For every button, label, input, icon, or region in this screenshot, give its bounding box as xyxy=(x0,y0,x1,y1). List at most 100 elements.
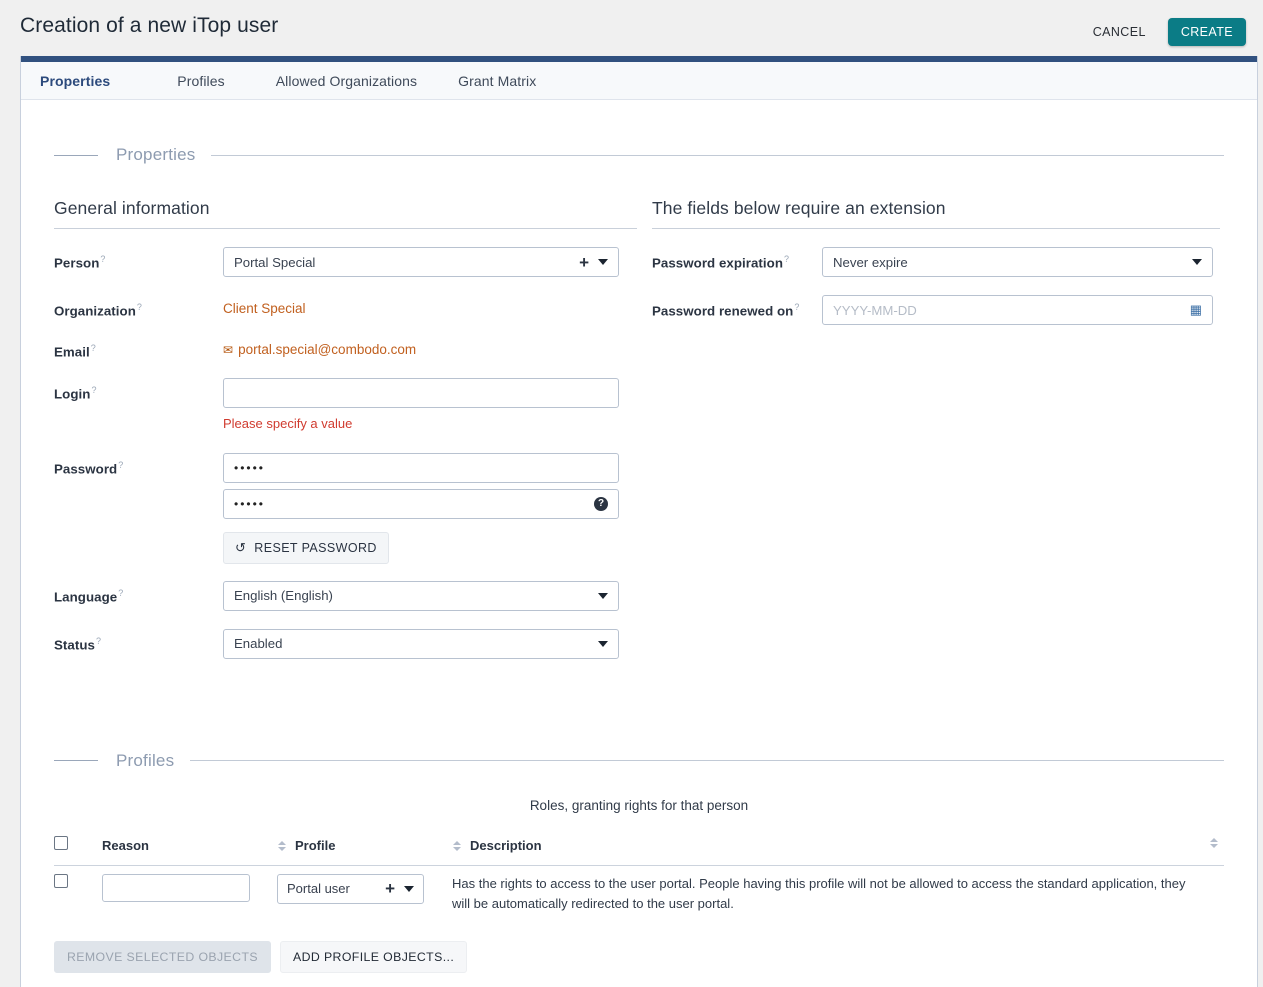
cancel-button[interactable]: CANCEL xyxy=(1085,20,1154,44)
field-password-expiration: Password expiration? Never expire xyxy=(652,247,1220,277)
field-status: Status? Enabled xyxy=(54,629,637,659)
general-information-title: General information xyxy=(54,198,637,229)
login-label: Login? xyxy=(54,378,223,401)
help-hint-icon[interactable]: ? xyxy=(118,588,123,598)
person-value: Portal Special xyxy=(234,255,579,270)
add-profile-objects-button[interactable]: ADD PROFILE OBJECTS... xyxy=(280,941,467,973)
profiles-table-caption: Roles, granting rights for that person xyxy=(54,798,1224,813)
header-actions: CANCEL CREATE xyxy=(1085,18,1246,46)
table-header-row: Reason Profile Description xyxy=(54,836,1224,866)
chevron-down-icon[interactable] xyxy=(598,593,608,599)
password-expiration-control: Never expire xyxy=(822,247,1220,277)
login-input[interactable] xyxy=(223,378,619,408)
password-renewed-on-input[interactable]: YYYY-MM-DD ▦ xyxy=(822,295,1213,325)
sort-icon[interactable] xyxy=(277,841,286,851)
table-row: Portal user + Has the rights to access t… xyxy=(54,865,1224,926)
password-renewed-on-label: Password renewed on? xyxy=(652,295,822,318)
password-renewed-on-placeholder: YYYY-MM-DD xyxy=(833,303,1190,318)
person-label: Person? xyxy=(54,247,223,270)
select-all-checkbox[interactable] xyxy=(54,836,68,850)
create-button[interactable]: CREATE xyxy=(1168,18,1246,46)
extension-column: The fields below require an extension Pa… xyxy=(652,198,1220,659)
organization-link[interactable]: Client Special xyxy=(223,301,306,316)
help-hint-icon[interactable]: ? xyxy=(794,302,799,312)
password-value: ••••• xyxy=(234,461,608,475)
email-control: ✉portal.special@combodo.com xyxy=(223,336,637,357)
password-expiration-select[interactable]: Never expire xyxy=(822,247,1213,277)
password-input[interactable]: ••••• xyxy=(223,453,619,483)
help-hint-icon[interactable]: ? xyxy=(137,302,142,312)
tab-profiles[interactable]: Profiles xyxy=(177,62,224,100)
section-label-properties: Properties xyxy=(98,145,211,165)
field-email: Email? ✉portal.special@combodo.com xyxy=(54,336,637,359)
tab-properties[interactable]: Properties xyxy=(40,62,110,100)
email-link[interactable]: portal.special@combodo.com xyxy=(238,342,416,357)
column-label-profile: Profile xyxy=(295,838,335,853)
sort-icon[interactable] xyxy=(452,841,461,851)
row-profile-cell: Portal user + xyxy=(277,865,452,926)
language-select[interactable]: English (English) xyxy=(223,581,619,611)
page-root: Creation of a new iTop user CANCEL CREAT… xyxy=(0,0,1263,987)
column-header-profile[interactable]: Profile xyxy=(277,836,452,866)
person-select[interactable]: Portal Special + xyxy=(223,247,619,277)
reason-input[interactable] xyxy=(102,874,250,902)
question-circle-icon[interactable]: ? xyxy=(594,497,608,511)
password-confirm-value: ••••• xyxy=(234,497,594,511)
plus-icon[interactable]: + xyxy=(579,254,589,271)
section-label-profiles: Profiles xyxy=(98,751,190,771)
divider-right xyxy=(190,760,1224,761)
chevron-down-icon[interactable] xyxy=(404,886,414,892)
profiles-table: Reason Profile Description xyxy=(54,836,1224,926)
language-label: Language? xyxy=(54,581,223,604)
password-label: Password? xyxy=(54,453,223,476)
sort-icon[interactable] xyxy=(1209,838,1218,848)
status-select[interactable]: Enabled xyxy=(223,629,619,659)
plus-icon[interactable]: + xyxy=(385,880,395,897)
person-control: Portal Special + xyxy=(223,247,637,277)
email-label: Email? xyxy=(54,336,223,359)
help-hint-icon[interactable]: ? xyxy=(91,343,96,353)
login-error-message: Please specify a value xyxy=(223,416,637,431)
row-checkbox[interactable] xyxy=(54,874,68,888)
column-header-description[interactable]: Description xyxy=(452,836,1224,866)
extension-title: The fields below require an extension xyxy=(652,198,1220,229)
content-panel: Properties Profiles Allowed Organization… xyxy=(20,56,1258,987)
calendar-icon[interactable]: ▦ xyxy=(1190,302,1202,318)
organization-label: Organization? xyxy=(54,295,223,318)
language-control: English (English) xyxy=(223,581,637,611)
section-profiles-header: Profiles Roles, granting rights for that… xyxy=(21,751,1257,973)
select-all-header xyxy=(54,836,102,866)
tab-allowed-organizations[interactable]: Allowed Organizations xyxy=(276,62,417,100)
profiles-table-buttons: REMOVE SELECTED OBJECTS ADD PROFILE OBJE… xyxy=(54,941,1224,973)
status-label: Status? xyxy=(54,629,223,652)
chevron-down-icon[interactable] xyxy=(598,641,608,647)
row-select-cell xyxy=(54,865,102,926)
column-label-reason: Reason xyxy=(102,838,149,853)
chevron-down-icon[interactable] xyxy=(1192,259,1202,265)
tab-grant-matrix[interactable]: Grant Matrix xyxy=(458,62,536,100)
help-hint-icon[interactable]: ? xyxy=(91,385,96,395)
password-control: ••••• ••••• ? ↺ RESET PASSWORD xyxy=(223,453,637,564)
language-value: English (English) xyxy=(234,588,598,603)
profile-select[interactable]: Portal user + xyxy=(277,874,424,904)
password-confirm-input[interactable]: ••••• ? xyxy=(223,489,619,519)
divider-right xyxy=(211,155,1224,156)
password-expiration-label: Password expiration? xyxy=(652,247,822,270)
chevron-down-icon[interactable] xyxy=(598,259,608,265)
row-reason-cell xyxy=(102,865,277,926)
column-header-reason[interactable]: Reason xyxy=(102,836,277,866)
login-control: Please specify a value xyxy=(223,378,637,431)
reset-password-button[interactable]: ↺ RESET PASSWORD xyxy=(223,532,389,564)
field-language: Language? English (English) xyxy=(54,581,637,611)
email-value: ✉portal.special@combodo.com xyxy=(223,336,637,357)
properties-columns: General information Person? Portal Speci… xyxy=(21,198,1257,659)
help-hint-icon[interactable]: ? xyxy=(100,254,105,264)
field-organization: Organization? Client Special xyxy=(54,295,637,318)
help-hint-icon[interactable]: ? xyxy=(118,460,123,470)
help-hint-icon[interactable]: ? xyxy=(96,636,101,646)
field-login: Login? Please specify a value xyxy=(54,378,637,431)
remove-selected-objects-button[interactable]: REMOVE SELECTED OBJECTS xyxy=(54,941,271,973)
help-hint-icon[interactable]: ? xyxy=(784,254,789,264)
organization-value: Client Special xyxy=(223,295,637,316)
password-expiration-value: Never expire xyxy=(833,255,1192,270)
